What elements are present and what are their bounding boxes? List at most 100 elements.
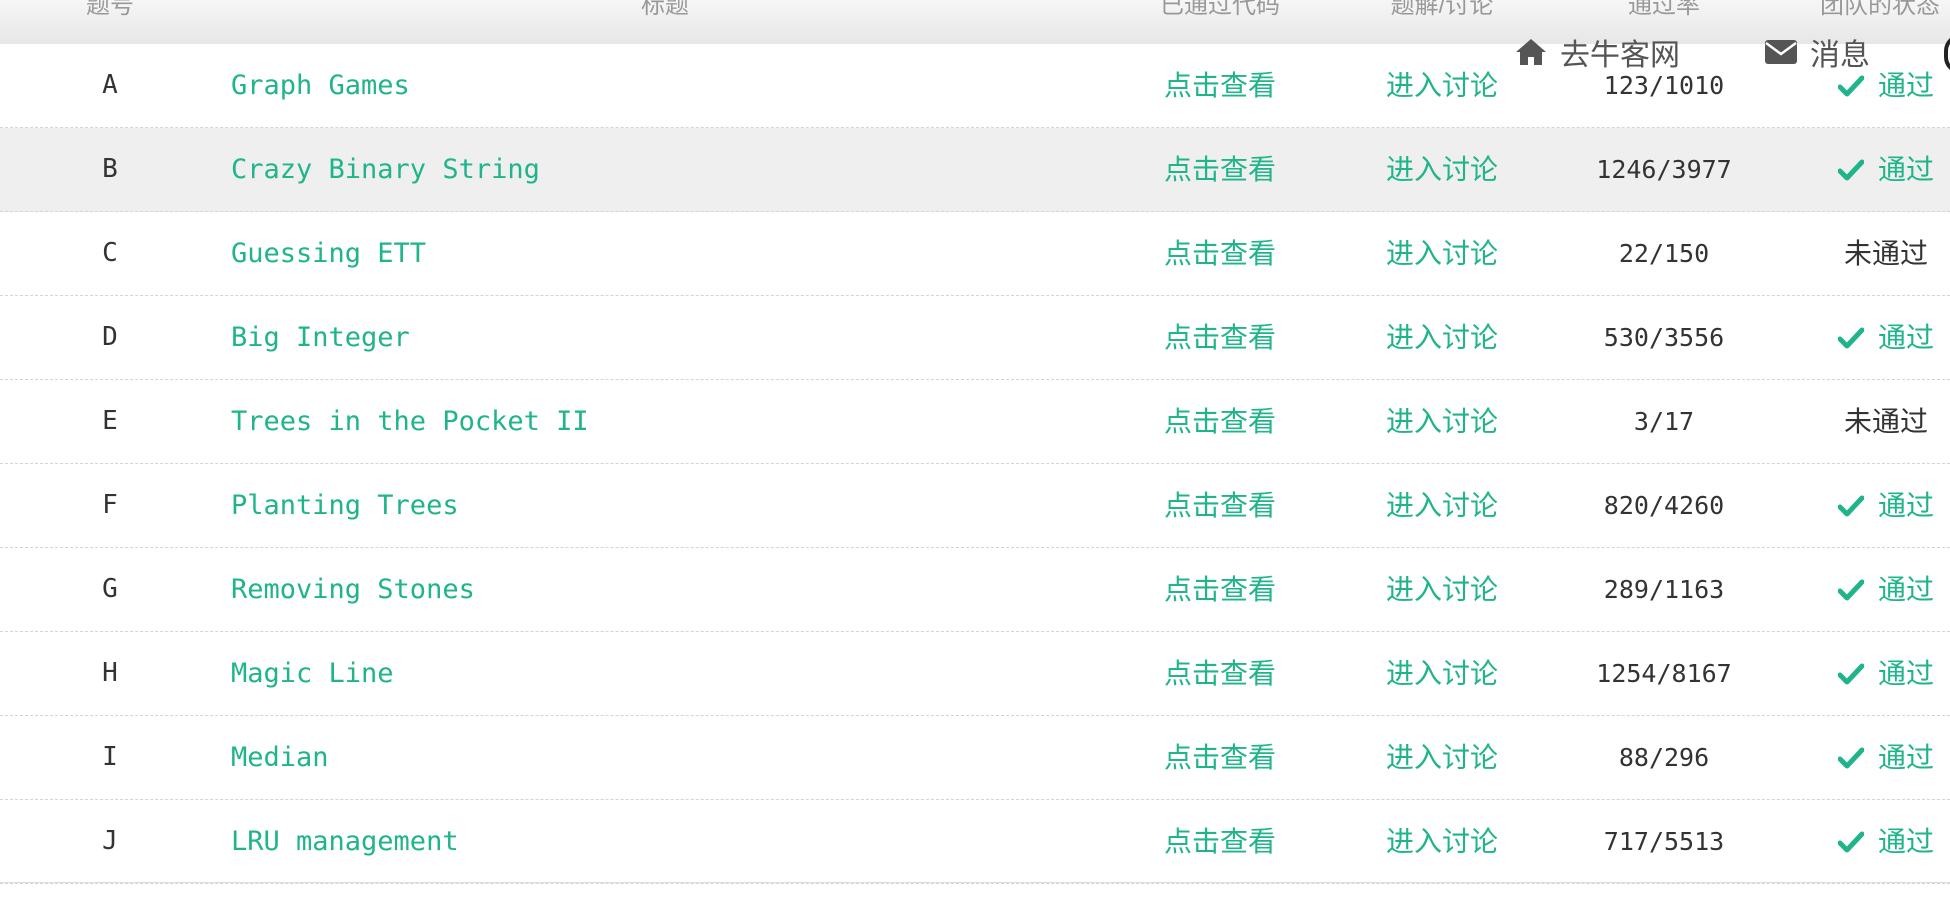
problem-title-link[interactable]: LRU management xyxy=(231,800,459,883)
team-status: 通过 xyxy=(1837,716,1935,799)
check-icon xyxy=(1837,747,1864,768)
problem-id: H xyxy=(102,658,118,688)
problem-title-link[interactable]: Graph Games xyxy=(231,44,410,127)
team-status: 未通过 xyxy=(1844,380,1928,463)
problem-title-link[interactable]: Removing Stones xyxy=(231,548,475,631)
problem-title-link[interactable]: Median xyxy=(231,716,329,799)
view-code-link[interactable]: 点击查看 xyxy=(1164,464,1276,547)
status-label: 通过 xyxy=(1877,826,1935,857)
header-discussion: 题解/讨论 xyxy=(1390,0,1494,19)
discussion-link[interactable]: 进入讨论 xyxy=(1386,716,1498,799)
header-status: 团队的状态 xyxy=(1820,0,1940,19)
team-status: 通过 xyxy=(1837,548,1935,631)
status-label: 未通过 xyxy=(1843,238,1929,269)
pass-rate: 289/1163 xyxy=(1603,575,1725,604)
check-icon xyxy=(1837,327,1864,348)
pass-rate: 1254/8167 xyxy=(1596,659,1732,688)
header-rate: 通过率 xyxy=(1628,0,1700,19)
problem-id: F xyxy=(102,490,118,520)
check-icon xyxy=(1837,579,1864,600)
table-row[interactable]: C Guessing ETT 点击查看 进入讨论 22/150 未通过 xyxy=(0,212,1950,296)
status-label: 通过 xyxy=(1877,490,1935,521)
team-status: 通过 xyxy=(1837,128,1935,211)
check-icon xyxy=(1837,75,1864,96)
view-code-link[interactable]: 点击查看 xyxy=(1164,548,1276,631)
home-link[interactable]: 去牛客网 xyxy=(1514,32,1680,72)
view-code-link[interactable]: 点击查看 xyxy=(1164,632,1276,715)
messages-link-label: 消息 xyxy=(1810,39,1870,72)
problem-id: J xyxy=(102,826,118,856)
check-icon xyxy=(1837,831,1864,852)
table-row[interactable]: J LRU management 点击查看 进入讨论 717/5513 通过 xyxy=(0,800,1950,884)
check-icon xyxy=(1837,159,1864,180)
problem-id: C xyxy=(102,238,118,268)
view-code-link[interactable]: 点击查看 xyxy=(1164,128,1276,211)
view-code-link[interactable]: 点击查看 xyxy=(1164,212,1276,295)
envelope-icon xyxy=(1765,40,1797,64)
discussion-link[interactable]: 进入讨论 xyxy=(1386,548,1498,631)
problem-id: E xyxy=(102,406,118,436)
problem-id: B xyxy=(102,154,118,184)
pass-rate: 717/5513 xyxy=(1603,827,1725,856)
discussion-link[interactable]: 进入讨论 xyxy=(1386,296,1498,379)
problem-id: D xyxy=(102,322,118,352)
table-row[interactable]: B Crazy Binary String 点击查看 进入讨论 1246/3977 通过 xyxy=(0,128,1950,212)
messages-link[interactable]: 消息 xyxy=(1764,32,1870,72)
discussion-link[interactable]: 进入讨论 xyxy=(1386,632,1498,715)
status-label: 通过 xyxy=(1877,322,1935,353)
discussion-link[interactable]: 进入讨论 xyxy=(1386,800,1498,883)
problem-title-link[interactable]: Guessing ETT xyxy=(231,212,426,295)
status-label: 通过 xyxy=(1877,658,1935,689)
discussion-link[interactable]: 进入讨论 xyxy=(1386,128,1498,211)
header-code: 已通过代码 xyxy=(1160,0,1280,19)
table-row[interactable]: I Median 点击查看 进入讨论 88/296 通过 xyxy=(0,716,1950,800)
pass-rate: 3/17 xyxy=(1633,407,1695,436)
table-row[interactable]: F Planting Trees 点击查看 进入讨论 820/4260 通过 xyxy=(0,464,1950,548)
status-label: 通过 xyxy=(1877,574,1935,605)
header-id: 题号 xyxy=(86,0,134,19)
discussion-link[interactable]: 进入讨论 xyxy=(1386,212,1498,295)
discussion-link[interactable]: 进入讨论 xyxy=(1386,464,1498,547)
problem-id: G xyxy=(102,574,118,604)
view-code-link[interactable]: 点击查看 xyxy=(1164,716,1276,799)
problem-table-body: A Graph Games 点击查看 进入讨论 123/1010 通过 B Crazy Bin… xyxy=(0,44,1950,884)
pass-rate: 530/3556 xyxy=(1603,323,1725,352)
status-label: 通过 xyxy=(1877,70,1935,101)
team-status: 通过 xyxy=(1837,632,1935,715)
problem-title-link[interactable]: Planting Trees xyxy=(231,464,459,547)
status-label: 通过 xyxy=(1877,154,1935,185)
pass-rate: 88/296 xyxy=(1618,743,1710,772)
view-code-link[interactable]: 点击查看 xyxy=(1164,44,1276,127)
table-row[interactable]: E Trees in the Pocket II 点击查看 进入讨论 3/17 未通过 xyxy=(0,380,1950,464)
home-link-label: 去牛客网 xyxy=(1560,39,1680,72)
table-row[interactable]: D Big Integer 点击查看 进入讨论 530/3556 通过 xyxy=(0,296,1950,380)
view-code-link[interactable]: 点击查看 xyxy=(1164,380,1276,463)
pass-rate: 1246/3977 xyxy=(1596,155,1732,184)
view-code-link[interactable]: 点击查看 xyxy=(1164,800,1276,883)
team-status: 未通过 xyxy=(1844,212,1928,295)
check-icon xyxy=(1837,663,1864,684)
problem-title-link[interactable]: Big Integer xyxy=(231,296,410,379)
home-icon xyxy=(1516,39,1546,65)
status-label: 通过 xyxy=(1877,742,1935,773)
problem-title-link[interactable]: Trees in the Pocket II xyxy=(231,380,589,463)
team-status: 通过 xyxy=(1837,296,1935,379)
team-status: 通过 xyxy=(1837,800,1935,883)
problem-id: A xyxy=(102,70,118,100)
view-code-link[interactable]: 点击查看 xyxy=(1164,296,1276,379)
discussion-link[interactable]: 进入讨论 xyxy=(1386,380,1498,463)
problem-id: I xyxy=(102,742,118,772)
pass-rate: 22/150 xyxy=(1618,239,1710,268)
pass-rate: 820/4260 xyxy=(1603,491,1725,520)
table-bottom-border xyxy=(0,882,1950,883)
problem-title-link[interactable]: Crazy Binary String xyxy=(231,128,540,211)
team-status: 通过 xyxy=(1837,464,1935,547)
table-row[interactable]: H Magic Line 点击查看 进入讨论 1254/8167 通过 xyxy=(0,632,1950,716)
problem-title-link[interactable]: Magic Line xyxy=(231,632,394,715)
check-icon xyxy=(1837,495,1864,516)
header-title: 标题 xyxy=(641,0,689,19)
table-row[interactable]: G Removing Stones 点击查看 进入讨论 289/1163 通过 xyxy=(0,548,1950,632)
problem-list-page: 题号 标题 已通过代码 题解/讨论 通过率 团队的状态 A Graph Games… xyxy=(0,0,1950,902)
discussion-link[interactable]: 进入讨论 xyxy=(1386,44,1498,127)
status-label: 未通过 xyxy=(1843,406,1929,437)
